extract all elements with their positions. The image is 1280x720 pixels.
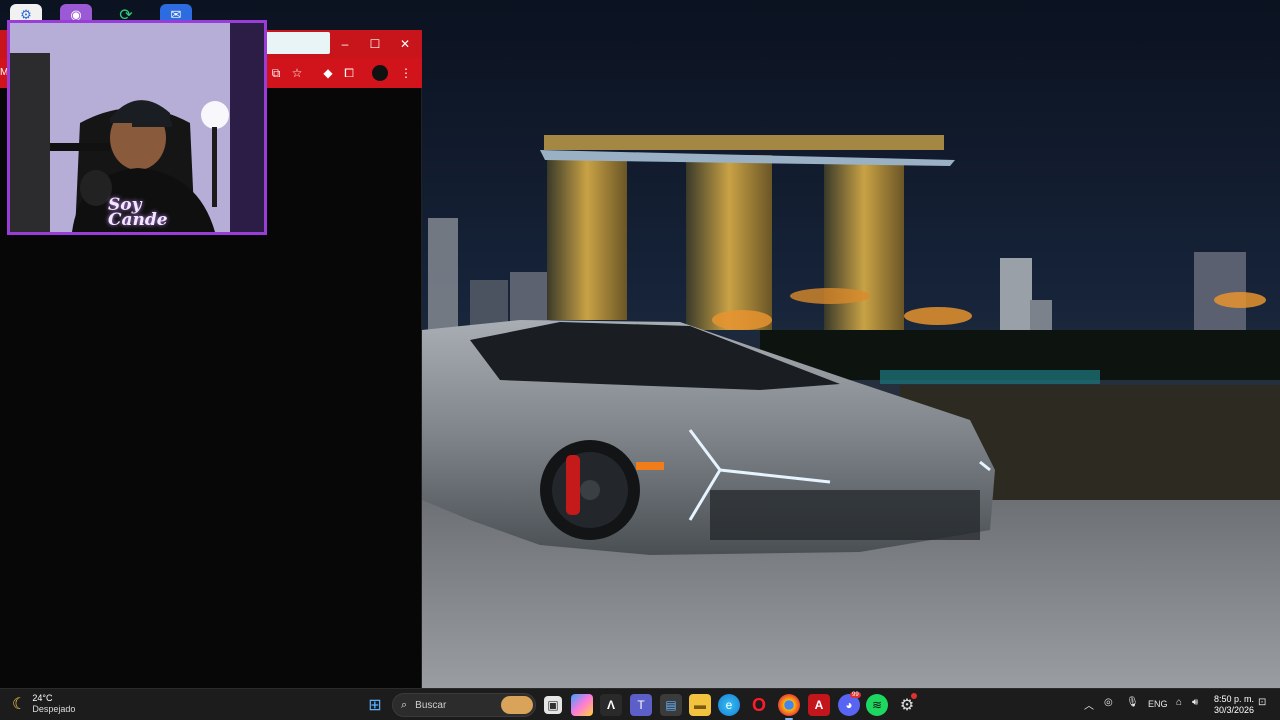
brand-line-2: Cande [108,210,168,230]
teams-icon[interactable]: T [630,694,652,716]
taskbar: ☾ 24°C Despejado ⊞ ⌕ Buscar ▣ Λ T ▤ ▬ e … [0,688,1280,720]
webcam-brand-text: Soy Cande [108,197,168,230]
discord-badge: 99 [850,692,861,698]
extensions-puzzle-icon[interactable]: ⧠ [339,64,359,82]
minimize-button[interactable]: – [330,30,360,58]
extension-diamond-icon[interactable]: ◆ [318,64,338,82]
edge-icon[interactable]: e [718,694,740,716]
opera-icon[interactable]: O [748,694,770,716]
clock-date: 30/3/2026 [1213,705,1254,715]
microphone-icon[interactable]: 🎙︎ [1126,697,1139,708]
chevron-up-icon[interactable]: ︿ [1084,697,1094,712]
search-input[interactable]: ⌕ Buscar [392,693,536,717]
webcam-overlay: Soy Cande [7,20,267,235]
search-placeholder: Buscar [415,699,447,711]
start-icon[interactable]: ⊞ [364,694,386,716]
tab-strip[interactable] [262,32,330,54]
search-highlight-icon [501,696,533,714]
bookmark-star-icon[interactable]: ☆ [287,64,307,82]
menu-dots-icon[interactable]: ⋮ [396,64,416,82]
acrobat-icon[interactable]: A [808,694,830,716]
cast-icon[interactable]: ⧉ [266,64,286,82]
network-icon[interactable]: ⌂ [1176,697,1182,708]
terminal-icon[interactable]: Λ [600,694,622,716]
weather-widget[interactable]: ☾ 24°C Despejado [12,693,75,715]
clock-time: 8:50 p. m. [1213,694,1254,704]
volume-icon[interactable]: 🔊︎ [1192,697,1198,708]
weather-desc: Despejado [32,704,76,714]
settings-notification-dot [911,693,917,699]
moon-icon: ☾ [12,696,27,713]
close-button[interactable]: ✕ [390,30,420,58]
weather-temp: 24°C [32,693,53,703]
task-view-icon[interactable]: ▣ [544,696,562,714]
chrome-icon[interactable] [778,694,800,716]
language-indicator[interactable]: ENG [1148,699,1168,709]
maximize-button[interactable]: ☐ [360,30,390,58]
app-tray-icon[interactable]: ◎ [1104,697,1113,708]
file-explorer-icon[interactable]: ▬ [689,694,711,716]
clock[interactable]: 8:50 p. m. 30/3/2026 [1212,694,1254,716]
spotify-icon[interactable]: ≋ [866,694,888,716]
profile-avatar-icon[interactable] [372,65,388,81]
notification-icon[interactable]: ⊡ [1258,697,1266,708]
copilot-icon[interactable] [571,694,593,716]
search-icon: ⌕ [401,698,408,711]
store-icon[interactable]: ▤ [660,694,682,716]
